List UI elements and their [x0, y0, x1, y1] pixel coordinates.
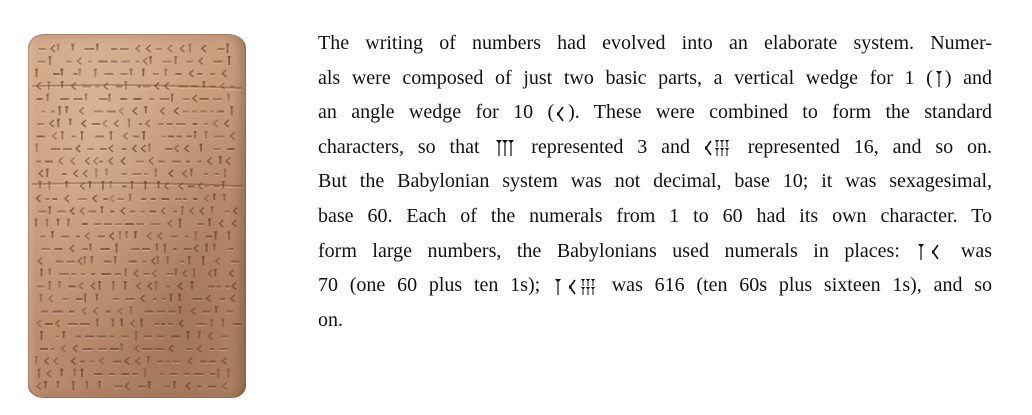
text-line: on.	[318, 303, 992, 338]
text-run: But the Babylonian system was not decima…	[318, 170, 992, 193]
text-run: als were composed of just two basic part…	[318, 66, 933, 89]
text-run: ) and	[944, 66, 992, 89]
text-line: base 60. Each of the numerals from 1 to …	[318, 199, 992, 234]
text-run: The writing of numbers had evolved into …	[318, 32, 992, 54]
page: The writing of numbers had evolved into …	[0, 0, 1032, 415]
text-run: characters, so that	[318, 135, 494, 158]
text-run: 70 (one 60 plus ten 1s);	[318, 274, 552, 297]
text-line: form large numbers, the Babylonians used…	[318, 234, 992, 269]
text-line: The writing of numbers had evolved into …	[318, 26, 992, 61]
cuneiform-tablet-image	[28, 34, 246, 398]
vertical-wedge-icon	[934, 68, 944, 90]
text-run: was 616 (ten 60s plus sixteen 1s), and s…	[599, 274, 993, 297]
cuneiform-16-icon	[704, 137, 733, 159]
text-line: an angle wedge for 10 ( ). These were com…	[318, 95, 992, 130]
cuneiform-70-icon	[916, 241, 944, 263]
text-line: characters, so that represented 3 and re…	[318, 130, 992, 165]
text-run: on.	[318, 308, 343, 331]
passage-text: The writing of numbers had evolved into …	[318, 26, 992, 337]
text-line: als were composed of just two basic part…	[318, 61, 992, 96]
text-line: But the Babylonian system was not decima…	[318, 164, 992, 199]
angle-wedge-icon	[555, 103, 567, 125]
text-run: an angle wedge for 10 (	[318, 101, 555, 124]
text-run: base 60. Each of the numerals from 1 to …	[318, 204, 992, 227]
text-line: 70 (one 60 plus ten 1s); was 616 (ten 60…	[318, 268, 992, 303]
text-run: represented 3 and	[517, 135, 704, 158]
tablet-inscription	[28, 34, 246, 398]
cuneiform-3-icon	[494, 137, 516, 159]
text-run: form large numbers, the Babylonians used…	[318, 239, 916, 262]
cuneiform-616-icon	[553, 276, 599, 298]
text-run: was	[945, 239, 992, 262]
text-run: ). These were combined to form the stand…	[568, 101, 992, 124]
text-run: represented 16, and so on.	[733, 135, 993, 158]
